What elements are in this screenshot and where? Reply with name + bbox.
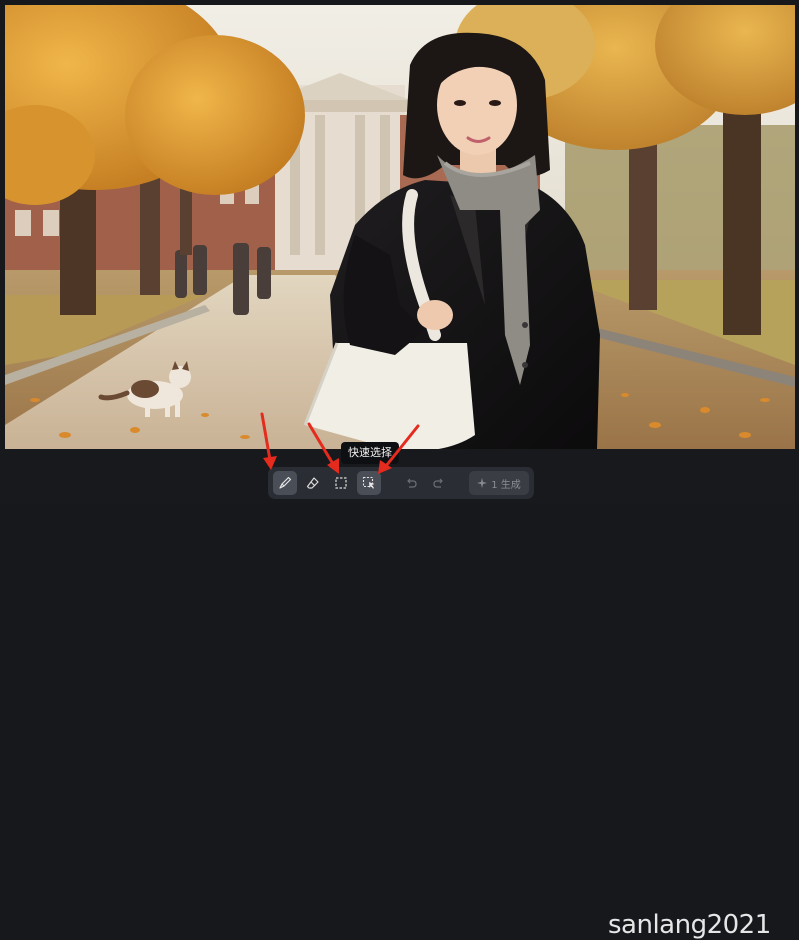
undo-button[interactable] bbox=[399, 471, 423, 495]
redo-button[interactable] bbox=[427, 471, 451, 495]
rect-select-tool-button[interactable] bbox=[329, 471, 353, 495]
brush-icon bbox=[279, 476, 292, 489]
photo-canvas[interactable] bbox=[5, 5, 795, 449]
tooltip: 快速选择 bbox=[341, 442, 399, 464]
portrait-photo bbox=[5, 5, 795, 449]
watermark-text: sanlang2021 bbox=[608, 910, 771, 940]
eraser-tool-button[interactable] bbox=[301, 471, 325, 495]
sparkle-icon bbox=[477, 478, 488, 488]
eraser-icon bbox=[306, 477, 319, 489]
quick-select-icon bbox=[362, 476, 375, 489]
rect-select-icon bbox=[335, 477, 347, 489]
bottom-bar: 1 生成 sanlang2021 bbox=[0, 449, 799, 940]
redo-icon bbox=[433, 478, 443, 488]
brush-tool-button[interactable] bbox=[273, 471, 297, 495]
undo-icon bbox=[407, 478, 417, 488]
generate-button[interactable]: 1 生成 bbox=[469, 471, 529, 495]
edit-toolbar: 1 生成 bbox=[268, 467, 534, 499]
quick-select-tool-button[interactable] bbox=[357, 471, 381, 495]
generate-label: 1 生成 bbox=[491, 479, 521, 491]
